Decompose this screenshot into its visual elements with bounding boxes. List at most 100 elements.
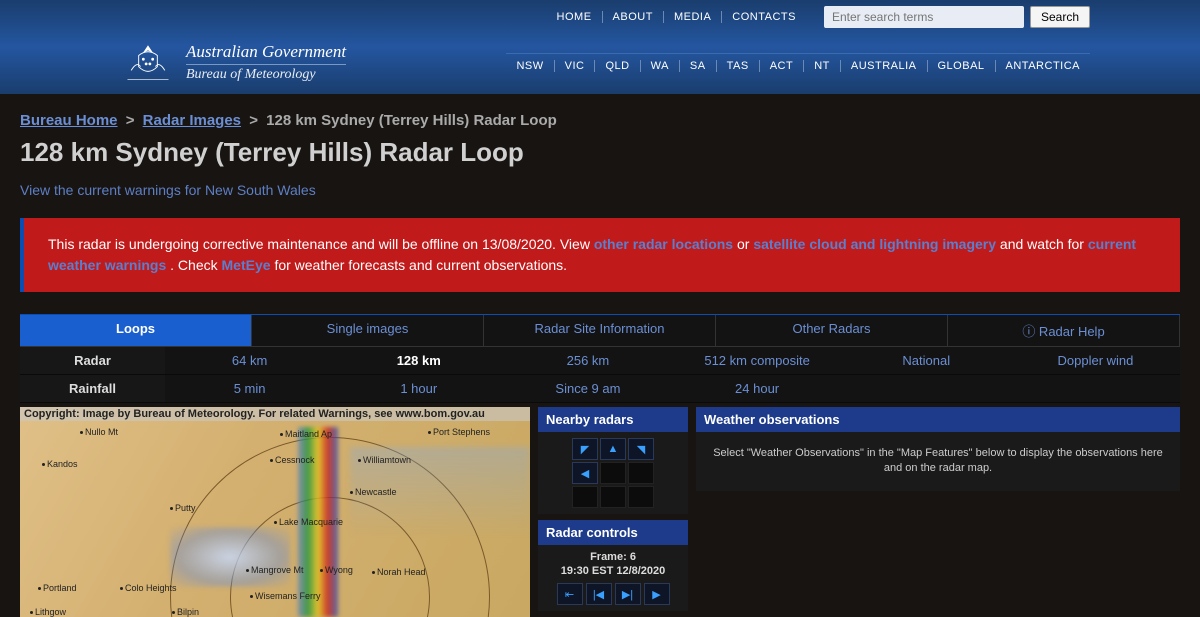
rain-opt-24hour[interactable]: 24 hour — [673, 375, 842, 402]
place-label: Cessnock — [270, 455, 315, 465]
rain-opt-since9am[interactable]: Since 9 am — [503, 375, 672, 402]
breadcrumb-current: 128 km Sydney (Terrey Hills) Radar Loop — [266, 112, 557, 129]
search-box: Search — [824, 6, 1090, 28]
tab-other-radars[interactable]: Other Radars — [716, 315, 948, 347]
alert-text: or — [737, 236, 753, 252]
view-tabs: Loops Single images Radar Site Informati… — [20, 314, 1180, 347]
region-wa[interactable]: WA — [641, 60, 680, 72]
tab-site-info[interactable]: Radar Site Information — [484, 315, 716, 347]
region-nav: NSW VIC QLD WA SA TAS ACT NT AUSTRALIA G… — [506, 53, 1090, 72]
place-label: Lithgow — [30, 607, 66, 617]
alert-link-satellite[interactable]: satellite cloud and lightning imagery — [753, 236, 996, 252]
ctrl-prev-icon[interactable]: |◀ — [586, 583, 612, 605]
rain-opt-1hour[interactable]: 1 hour — [334, 375, 503, 402]
place-label: Putty — [170, 503, 196, 513]
place-label: Colo Heights — [120, 583, 177, 593]
breadcrumb-home[interactable]: Bureau Home — [20, 112, 118, 129]
nearby-arrow-n-icon[interactable]: ▲ — [600, 438, 626, 460]
top-link-home[interactable]: HOME — [547, 11, 603, 23]
alert-text: . Check — [170, 257, 221, 273]
radar-opt-doppler[interactable]: Doppler wind — [1011, 347, 1180, 374]
ctrl-next-icon[interactable]: ▶| — [615, 583, 641, 605]
nearby-radars-panel: ◤ ▲ ◥ ◀ — [538, 432, 688, 514]
top-link-contacts[interactable]: CONTACTS — [722, 11, 806, 23]
region-nt[interactable]: NT — [804, 60, 841, 72]
region-nsw[interactable]: NSW — [506, 60, 554, 72]
region-vic[interactable]: VIC — [555, 60, 596, 72]
breadcrumb-radar-images[interactable]: Radar Images — [143, 112, 241, 129]
place-label: Wyong — [320, 565, 353, 575]
radar-range-row: Radar 64 km 128 km 256 km 512 km composi… — [20, 347, 1180, 375]
nearby-center — [600, 462, 626, 484]
map-copyright: Copyright: Image by Bureau of Meteorolog… — [20, 407, 530, 421]
weather-obs-text: Select "Weather Observations" in the "Ma… — [713, 447, 1163, 474]
radar-controls-heading: Radar controls — [538, 520, 688, 545]
rain-opt-5min[interactable]: 5 min — [165, 375, 334, 402]
nearby-arrow-w-icon[interactable]: ◀ — [572, 462, 598, 484]
place-label: Bilpin — [172, 607, 199, 617]
nearby-arrow-ne-icon[interactable]: ◥ — [628, 438, 654, 460]
region-act[interactable]: ACT — [760, 60, 805, 72]
tab-single-images[interactable]: Single images — [252, 315, 484, 347]
rainfall-row-label: Rainfall — [20, 375, 165, 402]
region-antarctica[interactable]: ANTARCTICA — [996, 60, 1090, 72]
place-label: Wisemans Ferry — [250, 591, 321, 601]
weather-obs-heading: Weather observations — [696, 407, 1180, 432]
top-link-media[interactable]: MEDIA — [664, 11, 722, 23]
rain-cell — [170, 527, 290, 587]
site-header: HOME ABOUT MEDIA CONTACTS Search — [0, 0, 1200, 94]
alert-text: for weather forecasts and current observ… — [274, 257, 567, 273]
place-label: Port Stephens — [428, 427, 490, 437]
place-label: Lake Macquarie — [274, 517, 343, 527]
place-label: Mangrove Mt — [246, 565, 304, 575]
radar-opt-128km[interactable]: 128 km — [334, 347, 503, 374]
place-label: Portland — [38, 583, 77, 593]
org-name: Australian Government — [186, 42, 346, 65]
frame-label: Frame: — [590, 551, 627, 563]
top-nav: HOME ABOUT MEDIA CONTACTS — [547, 11, 806, 23]
dept-name: Bureau of Meteorology — [186, 67, 346, 83]
tab-radar-help[interactable]: ⓘ Radar Help — [948, 315, 1180, 347]
region-global[interactable]: GLOBAL — [928, 60, 996, 72]
radar-row-label: Radar — [20, 347, 165, 374]
place-label: Kandos — [42, 459, 78, 469]
tab-loops[interactable]: Loops — [20, 315, 252, 347]
region-australia[interactable]: AUSTRALIA — [841, 60, 928, 72]
radar-opt-national[interactable]: National — [842, 347, 1011, 374]
breadcrumb-sep: > — [126, 112, 135, 129]
maintenance-alert: This radar is undergoing corrective main… — [20, 218, 1180, 292]
alert-text: and watch for — [1000, 236, 1088, 252]
ctrl-play-icon[interactable]: ▶ — [644, 583, 670, 605]
place-label: Nullo Mt — [80, 427, 118, 437]
region-sa[interactable]: SA — [680, 60, 717, 72]
radar-opt-512km[interactable]: 512 km composite — [673, 347, 842, 374]
page-title: 128 km Sydney (Terrey Hills) Radar Loop — [20, 137, 1180, 168]
alert-link-locations[interactable]: other radar locations — [594, 236, 733, 252]
rainfall-row: Rainfall 5 min 1 hour Since 9 am 24 hour… — [20, 375, 1180, 403]
radar-controls-panel: Frame: 6 19:30 EST 12/8/2020 ⇤ |◀ ▶| ▶ — [538, 545, 688, 611]
region-qld[interactable]: QLD — [595, 60, 640, 72]
radar-opt-256km[interactable]: 256 km — [503, 347, 672, 374]
alert-link-meteye[interactable]: MetEye — [222, 257, 271, 273]
search-input[interactable] — [824, 6, 1024, 28]
warnings-link[interactable]: View the current warnings for New South … — [20, 182, 316, 198]
nearby-s-empty — [600, 486, 626, 508]
ctrl-slower-icon[interactable]: ⇤ — [557, 583, 583, 605]
place-label: Norah Head — [372, 567, 426, 577]
crest-icon — [120, 38, 176, 86]
nearby-radars-heading: Nearby radars — [538, 407, 688, 432]
region-tas[interactable]: TAS — [717, 60, 760, 72]
search-button[interactable]: Search — [1030, 6, 1090, 28]
frame-timestamp: 19:30 EST 12/8/2020 — [544, 565, 682, 577]
radar-opt-64km[interactable]: 64 km — [165, 347, 334, 374]
place-label: Maitland Ap — [280, 429, 332, 439]
site-logo[interactable]: Australian Government Bureau of Meteorol… — [120, 38, 346, 86]
top-link-about[interactable]: ABOUT — [603, 11, 664, 23]
nearby-sw-empty — [572, 486, 598, 508]
alert-text: This radar is undergoing corrective main… — [48, 236, 594, 252]
frame-number: 6 — [630, 551, 636, 563]
weather-obs-panel: Select "Weather Observations" in the "Ma… — [696, 432, 1180, 491]
nearby-arrow-nw-icon[interactable]: ◤ — [572, 438, 598, 460]
breadcrumb: Bureau Home > Radar Images > 128 km Sydn… — [20, 112, 1180, 129]
radar-map[interactable]: Copyright: Image by Bureau of Meteorolog… — [20, 407, 530, 617]
